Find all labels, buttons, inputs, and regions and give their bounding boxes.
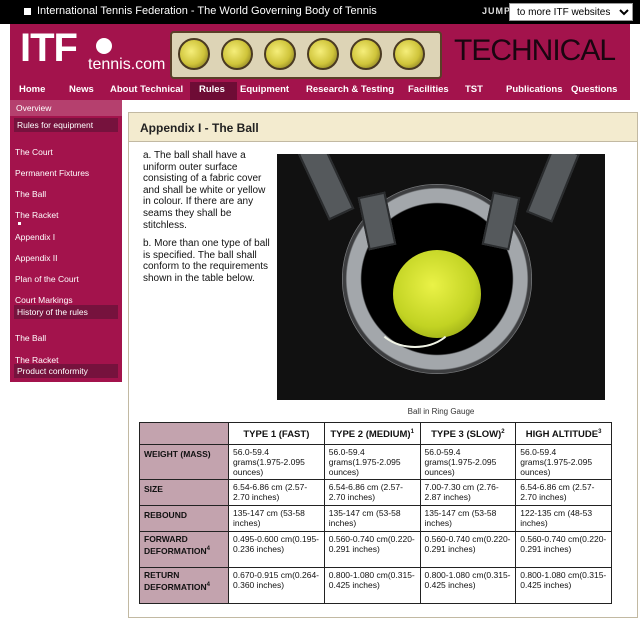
section-title: TECHNICAL: [454, 34, 616, 67]
tennis-ball-shape: [373, 250, 481, 348]
table-cell: 0.560-0.740 cm(0.220-0.291 inches): [323, 531, 421, 568]
ball-spec-table: TYPE 1 (FAST) TYPE 2 (MEDIUM)1 TYPE 3 (S…: [139, 422, 612, 604]
table-cell: 122-135 cm (48-53 inches): [515, 505, 612, 532]
table-cell: 0.560-0.740 cm(0.220-0.291 inches): [419, 531, 517, 568]
table-cell: 0.670-0.915 cm(0.264-0.360 inches): [228, 567, 325, 604]
row-label-weight: WEIGHT (MASS): [139, 444, 229, 480]
sidebar-item-court-markings[interactable]: Court Markings: [15, 295, 73, 305]
itf-logo-text: ITF: [20, 26, 78, 70]
table-corner-cell: [139, 422, 229, 445]
table-row: REBOUND 135-147 cm (53-58 inches) 135-14…: [139, 505, 612, 532]
square-bullet-icon: [24, 8, 31, 15]
table-cell: 7.00-7.30 cm (2.76-2.87 inches): [419, 479, 517, 506]
row-label-rebound: REBOUND: [139, 505, 229, 532]
table-header-type-3: TYPE 3 (SLOW)2: [419, 422, 517, 445]
table-header-high-altitude: HIGH ALTITUDE3: [515, 422, 612, 445]
table-cell: 0.495-0.600 cm(0.195-0.236 inches): [228, 531, 325, 568]
row-label-return-deformation: RETURN DEFORMATION4: [139, 567, 229, 604]
table-row: WEIGHT (MASS) 56.0-59.4 grams(1.975-2.09…: [139, 444, 612, 480]
table-cell: 56.0-59.4 grams(1.975-2.095 ounces): [323, 444, 421, 480]
table-cell: 56.0-59.4 grams(1.975-2.095 ounces): [228, 444, 325, 480]
nav-tst[interactable]: TST: [465, 82, 483, 100]
sidebar-item-the-court[interactable]: The Court: [15, 147, 53, 157]
table-cell: 0.800-1.080 cm(0.315-0.425 inches): [419, 567, 517, 604]
content-panel: Appendix I - The Ball a. The ball shall …: [128, 112, 638, 618]
gauge-jaw-shape: [526, 154, 580, 223]
table-row: RETURN DEFORMATION4 0.670-0.915 cm(0.264…: [139, 567, 612, 604]
ball-in-ring-gauge-photo: [277, 154, 605, 400]
table-cell: 56.0-59.4 grams(1.975-2.095 ounces): [515, 444, 612, 480]
sidebar-item-appendix-ii[interactable]: Appendix II: [15, 253, 58, 263]
top-bar: International Tennis Federation - The Wo…: [0, 0, 640, 24]
paragraph-a: a. The ball shall have a uniform outer s…: [143, 150, 266, 231]
tennis-balls-box-image: [170, 31, 442, 79]
main-nav: Home News About Technical Rules Equipmen…: [10, 82, 630, 100]
tennis-ball-icon: [264, 38, 296, 70]
tennis-ball-icon: [221, 38, 253, 70]
sidebar-header-rules-for-equipment[interactable]: Rules for equipment: [14, 118, 118, 132]
nav-home[interactable]: Home: [19, 82, 45, 100]
paragraph-b: b. More than one type of ball is specifi…: [143, 238, 270, 284]
table-cell: 135-147 cm (53-58 inches): [228, 505, 325, 532]
nav-questions[interactable]: Questions: [571, 82, 617, 100]
tennis-ball-icon: [393, 38, 425, 70]
table-cell: 6.54-6.86 cm (2.57-2.70 inches): [323, 479, 421, 506]
sidebar-header-product-conformity[interactable]: Product conformity: [14, 364, 118, 378]
sidebar-item-the-ball[interactable]: The Ball: [15, 189, 46, 199]
tennis-ball-logo-icon: [96, 38, 112, 54]
nav-facilities[interactable]: Facilities: [408, 82, 449, 100]
tennis-ball-icon: [178, 38, 210, 70]
table-cell: 0.560-0.740 cm(0.220-0.291 inches): [515, 531, 612, 568]
gauge-jaw-shape: [297, 154, 355, 221]
itf-websites-select[interactable]: to more ITF websites: [509, 3, 633, 21]
row-label-size: SIZE: [139, 479, 229, 506]
bullet-icon: [18, 222, 21, 225]
sidebar-item-permanent-fixtures[interactable]: Permanent Fixtures: [15, 168, 89, 178]
itf-logo[interactable]: ITF: [20, 26, 112, 71]
site-tagline: International Tennis Federation - The Wo…: [37, 5, 377, 17]
site-name: tennis.com: [88, 56, 166, 73]
table-cell: 6.54-6.86 cm (2.57-2.70 inches): [515, 479, 612, 506]
table-header-type-1: TYPE 1 (FAST): [228, 422, 325, 445]
table-cell: 56.0-59.4 grams(1.975-2.095 ounces): [419, 444, 517, 480]
photo-caption: Ball in Ring Gauge: [407, 407, 475, 416]
row-label-forward-deformation: FORWARD DEFORMATION4: [139, 531, 229, 568]
page-heading-bar: Appendix I - The Ball: [129, 113, 637, 142]
page-title: Appendix I - The Ball: [140, 121, 259, 135]
tennis-ball-icon: [350, 38, 382, 70]
nav-research-testing[interactable]: Research & Testing: [306, 82, 394, 100]
sidebar-header-history-of-the-rules[interactable]: History of the rules: [14, 305, 118, 319]
header-banner: ITF tennis.com TECHNICAL: [10, 24, 630, 82]
ball-seam-shape: [373, 284, 457, 348]
table-row: SIZE 6.54-6.86 cm (2.57-2.70 inches) 6.5…: [139, 479, 612, 506]
table-header-type-2: TYPE 2 (MEDIUM)1: [323, 422, 421, 445]
table-cell: 135-147 cm (53-58 inches): [323, 505, 421, 532]
table-header-row: TYPE 1 (FAST) TYPE 2 (MEDIUM)1 TYPE 3 (S…: [139, 422, 612, 445]
nav-rules[interactable]: Rules: [190, 82, 237, 100]
nav-news[interactable]: News: [69, 82, 94, 100]
sidebar-item-history-the-ball[interactable]: The Ball: [15, 333, 46, 343]
table-cell: 6.54-6.86 cm (2.57-2.70 inches): [228, 479, 325, 506]
nav-about-technical[interactable]: About Technical: [110, 82, 183, 100]
sidebar: Overview Rules for equipment The Court P…: [10, 100, 122, 382]
nav-publications[interactable]: Publications: [506, 82, 562, 100]
jump-label: JUMP: [482, 6, 512, 16]
table-cell: 0.800-1.080 cm(0.315-0.425 inches): [323, 567, 421, 604]
table-cell: 135-147 cm (53-58 inches): [419, 505, 517, 532]
sidebar-overview[interactable]: Overview: [10, 100, 122, 116]
sidebar-item-appendix-i[interactable]: Appendix I: [15, 232, 55, 242]
table-row: FORWARD DEFORMATION4 0.495-0.600 cm(0.19…: [139, 531, 612, 568]
tennis-ball-icon: [307, 38, 339, 70]
sidebar-item-the-racket[interactable]: The Racket: [15, 210, 58, 220]
sidebar-item-plan-of-the-court[interactable]: Plan of the Court: [15, 274, 79, 284]
nav-equipment[interactable]: Equipment: [240, 82, 289, 100]
table-cell: 0.800-1.080 cm(0.315-0.425 inches): [515, 567, 612, 604]
